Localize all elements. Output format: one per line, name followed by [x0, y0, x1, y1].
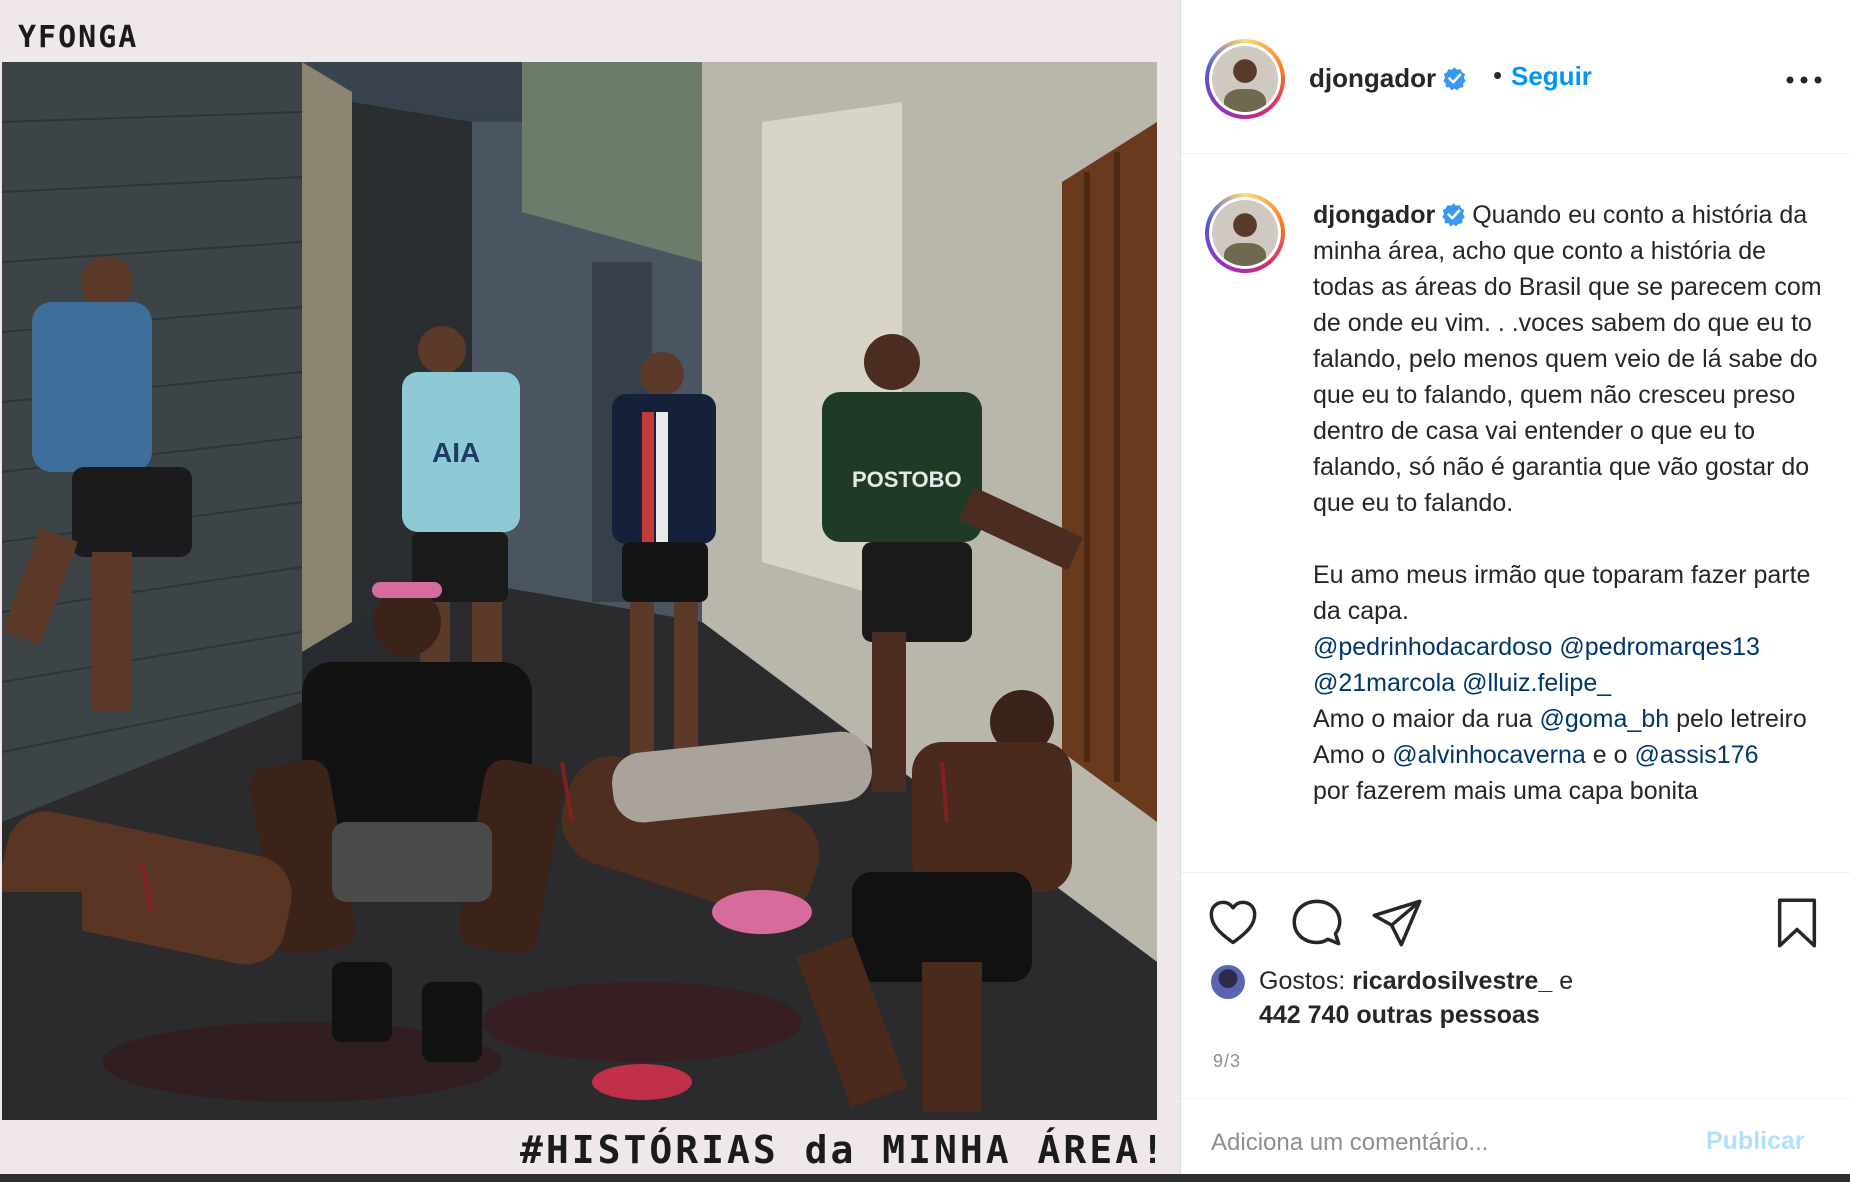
liker-username[interactable]: ricardosilvestre_ [1352, 967, 1552, 995]
comments-section[interactable]: djongador Quando eu conto a história da … [1181, 155, 1850, 870]
caption-text-4b: e o [1592, 741, 1628, 769]
paper-plane-icon[interactable] [1371, 897, 1423, 949]
mention-link[interactable]: @assis176 [1634, 741, 1758, 769]
photo-illustration: AIA POSTOBO [2, 62, 1157, 1120]
caption-text-2: Eu amo meus irmão que toparam fazer part… [1313, 561, 1818, 625]
mention-link[interactable]: @alvinhocaverna [1392, 741, 1586, 769]
likes-summary: Gostos: ricardosilvestre_ e [1259, 967, 1573, 996]
more-options-icon[interactable] [1784, 68, 1824, 92]
publish-button[interactable]: Publicar [1706, 1127, 1805, 1156]
mention-link[interactable]: @lluiz.felipe_ [1462, 669, 1611, 697]
comment-icon[interactable] [1291, 897, 1343, 949]
author-username[interactable]: djongador [1309, 63, 1467, 94]
heart-icon[interactable] [1207, 897, 1259, 949]
header-separator: • [1493, 60, 1503, 90]
window-bottom-edge [0, 1174, 1850, 1182]
post-media[interactable]: YFONGA AIA POSTOBO #HISTÓRIAS da MINHA Á… [0, 0, 1180, 1182]
author-username-text[interactable]: djongador [1309, 63, 1436, 93]
likes-conj: e [1559, 967, 1574, 995]
mention-link[interactable]: @pedrinhodacardoso [1313, 633, 1552, 661]
bookmark-icon[interactable] [1771, 897, 1823, 949]
author-avatar[interactable] [1205, 39, 1285, 119]
caption-text-1: Quando eu conto a história da minha área… [1313, 201, 1829, 517]
svg-text:POSTOBO: POSTOBO [852, 467, 962, 492]
caption-author-avatar[interactable] [1205, 193, 1285, 273]
caption-username[interactable]: djongador [1313, 201, 1435, 229]
post-date[interactable]: 9/3 [1213, 1051, 1241, 1072]
mention-link[interactable]: @goma_bh [1540, 705, 1670, 733]
caption-text-5: por fazerem mais uma capa bonita [1313, 777, 1698, 805]
follow-button[interactable]: Seguir [1511, 61, 1592, 92]
likes-count[interactable]: 442 740 outras pessoas [1259, 1001, 1540, 1030]
liker-avatar[interactable] [1211, 965, 1245, 999]
comment-box: Publicar [1181, 1098, 1850, 1182]
caption-text-4a: Amo o [1313, 741, 1386, 769]
album-title-text: #HISTÓRIAS da MINHA ÁREA! [520, 1128, 1167, 1172]
post-photo[interactable]: AIA POSTOBO [2, 62, 1157, 1120]
likes-prefix: Gostos: [1259, 967, 1346, 995]
post-header: djongador • Seguir [1181, 0, 1850, 154]
mention-link[interactable]: @pedromarqes13 [1559, 633, 1760, 661]
verified-badge-icon [1443, 67, 1466, 91]
comment-input[interactable] [1211, 1123, 1691, 1163]
caption-text-3a: Amo o maior da rua [1313, 705, 1533, 733]
post-actions: Gostos: ricardosilvestre_ e 442 740 outr… [1181, 872, 1850, 1110]
verified-badge-icon [1442, 203, 1465, 227]
post-caption: djongador Quando eu conto a história da … [1313, 197, 1833, 809]
caption-text-3b: pelo letreiro [1676, 705, 1807, 733]
album-tag-text: YFONGA [18, 20, 139, 55]
svg-text:AIA: AIA [432, 437, 480, 468]
mention-link[interactable]: @21marcola [1313, 669, 1455, 697]
post-side-panel: djongador • Seguir djongador Quando eu c… [1180, 0, 1850, 1182]
